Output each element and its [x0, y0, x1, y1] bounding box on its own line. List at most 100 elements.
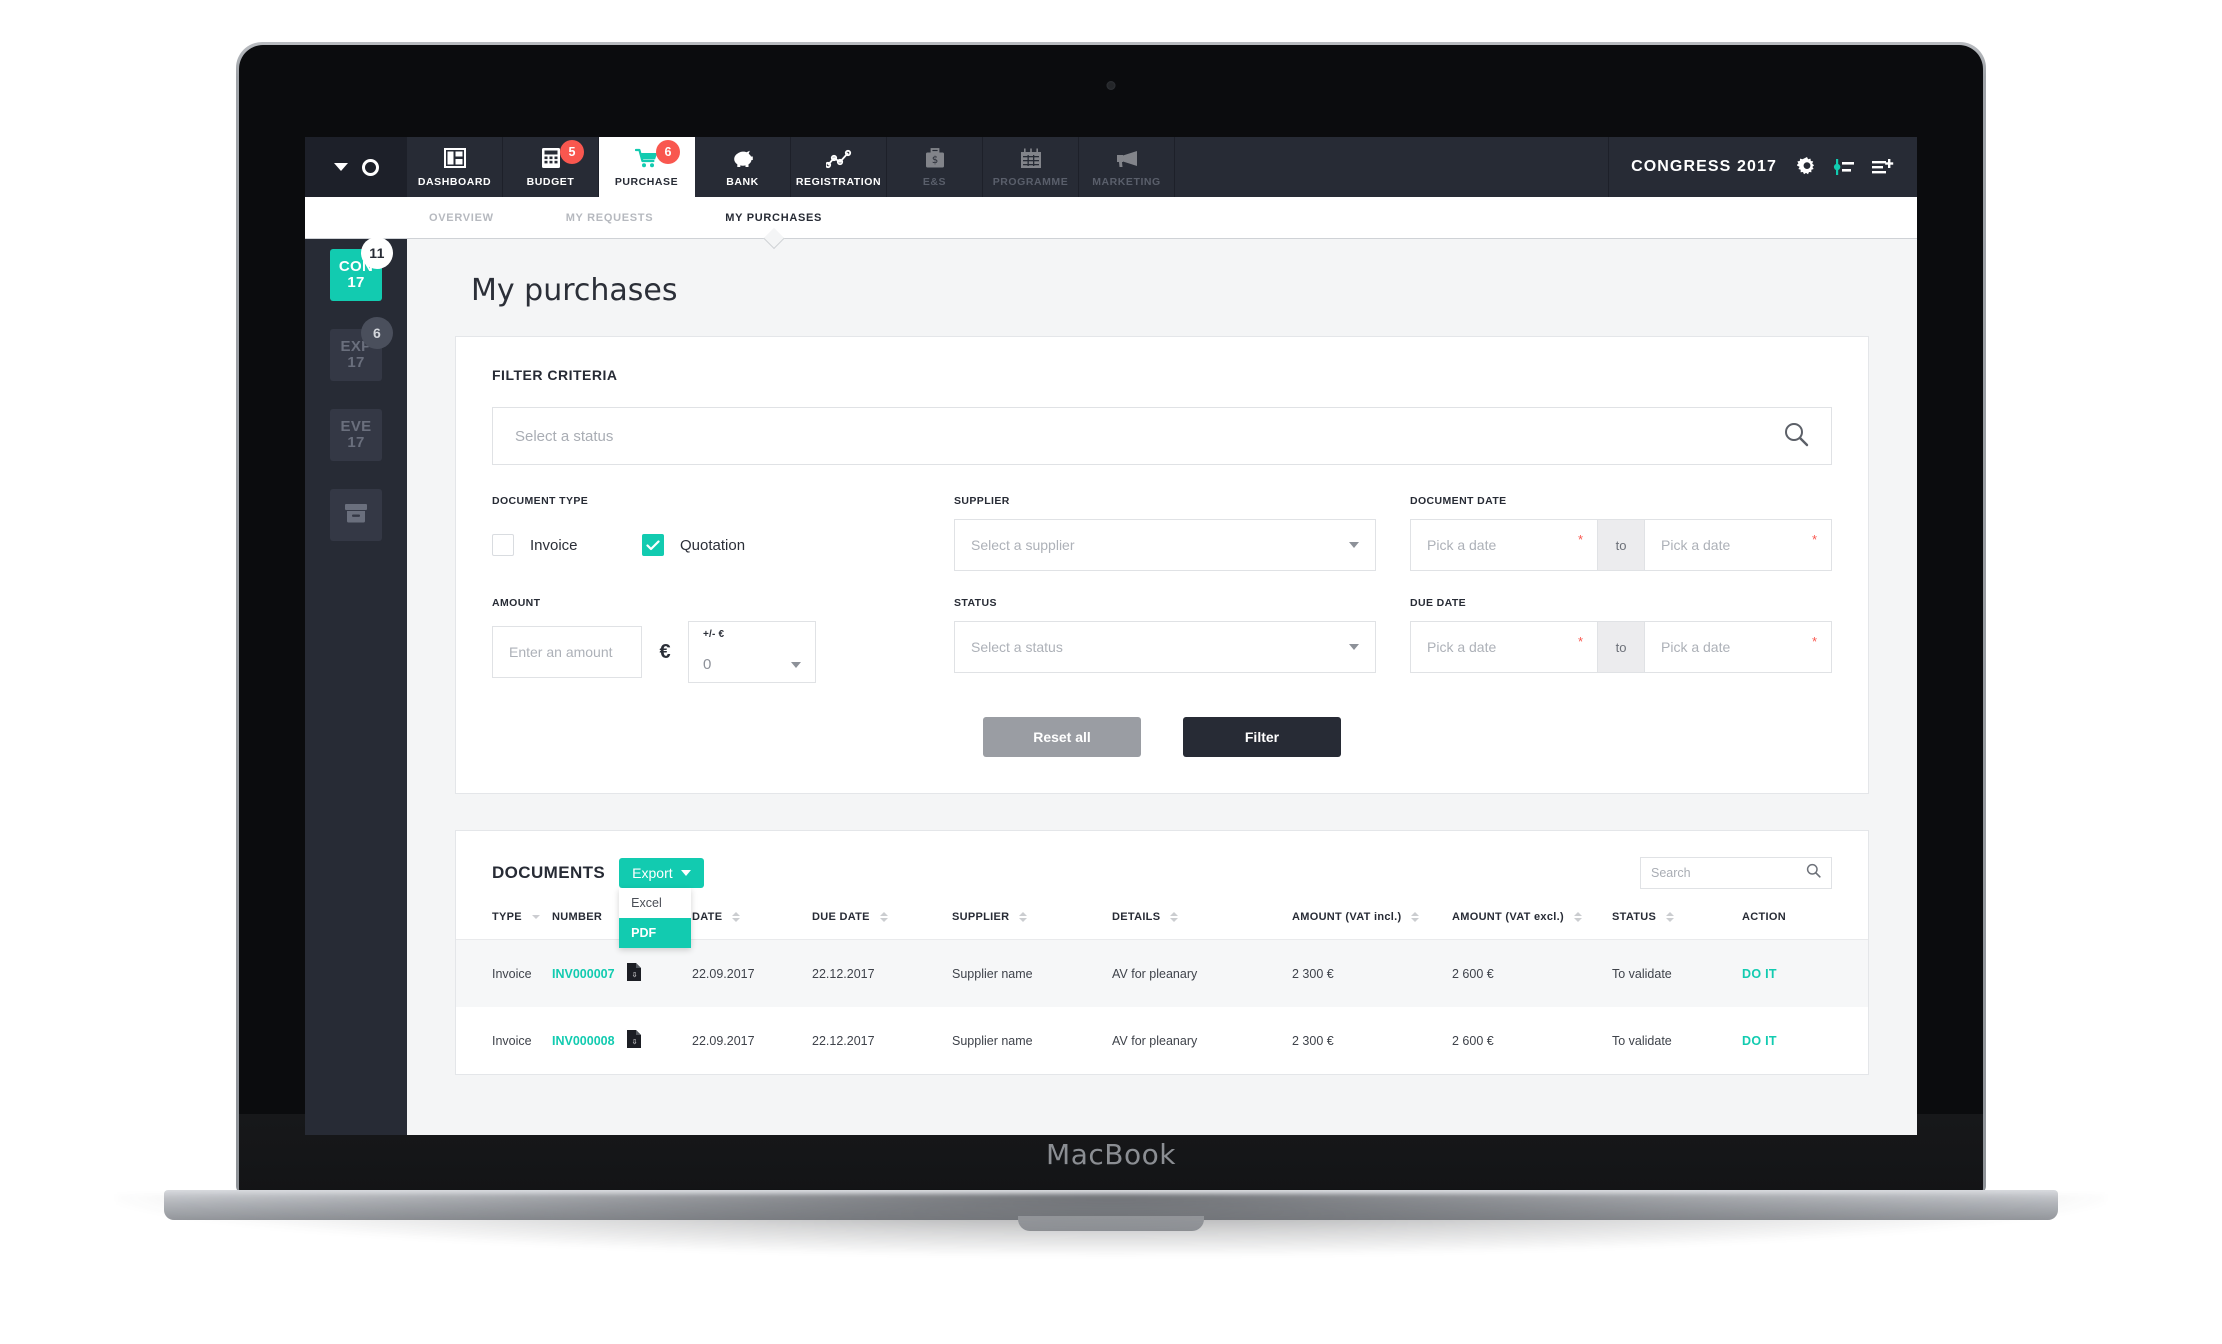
nav-item-budget[interactable]: 5 BUDGET [503, 137, 599, 197]
status-placeholder: Select a status [971, 639, 1063, 655]
chevron-down-icon[interactable] [333, 163, 348, 171]
due-date-from-input[interactable]: Pick a date * [1410, 621, 1598, 673]
sort-icon[interactable] [879, 912, 888, 922]
supplier-label: SUPPLIER [954, 495, 1010, 507]
documents-search-input[interactable]: Search [1640, 857, 1832, 889]
cell-details: AV for pleanary [1112, 939, 1292, 1007]
nav-label: E&S [922, 175, 947, 188]
sidebar-item-archive[interactable] [330, 489, 382, 541]
nav-item-marketing[interactable]: MARKETING [1079, 137, 1175, 197]
sidebar-item-eve17[interactable]: EVE 17 [330, 409, 382, 461]
due-date-range: Pick a date * to Pick a date * [1410, 621, 1832, 673]
nav-item-es[interactable]: $ E&S [887, 137, 983, 197]
sort-icon[interactable] [1411, 912, 1420, 922]
document-date-from-input[interactable]: Pick a date * [1410, 519, 1598, 571]
column-amount-incl[interactable]: AMOUNT (VAT incl.) [1292, 895, 1452, 940]
amount-tolerance-select[interactable]: +/- € 0 [688, 621, 816, 683]
sidebar-item-con17[interactable]: 11 CON 17 [330, 237, 393, 301]
do-it-button[interactable]: DO IT [1742, 967, 1777, 981]
checkbox-quotation-box[interactable] [642, 534, 664, 556]
checkbox-quotation-label: Quotation [680, 536, 746, 554]
nav-label: MARKETING [1092, 175, 1161, 188]
status-label: STATUS [954, 597, 997, 609]
column-details[interactable]: DETAILS [1112, 895, 1292, 940]
document-number-link[interactable]: INV000008 [552, 1034, 615, 1048]
cell-status: To validate [1612, 1033, 1672, 1048]
svg-text:$: $ [931, 155, 937, 166]
required-marker: * [1811, 634, 1817, 649]
chevron-down-icon [791, 661, 801, 668]
checkbox-invoice-label: Invoice [530, 536, 578, 554]
nav-item-bank[interactable]: BANK [695, 137, 791, 197]
document-date-label: DOCUMENT DATE [1410, 495, 1507, 507]
do-it-button[interactable]: DO IT [1742, 1034, 1777, 1048]
circle-icon[interactable] [361, 158, 379, 176]
status-search-input[interactable]: Select a status [492, 407, 1832, 465]
checkbox-invoice-box[interactable] [492, 534, 514, 556]
nav-item-purchase[interactable]: 6 PURCHASE [599, 137, 695, 197]
nav-badge: 5 [560, 140, 584, 164]
export-button[interactable]: Export [619, 858, 704, 888]
sort-icon[interactable] [531, 915, 540, 919]
document-number-link[interactable]: INV000007 [552, 967, 615, 981]
search-icon[interactable] [1806, 863, 1821, 883]
cell-action: DO IT [1742, 1007, 1868, 1074]
column-label: DUE DATE [812, 911, 870, 923]
sub-tab-bar: OVERVIEW MY REQUESTS MY PURCHASES [305, 197, 1917, 239]
checkbox-quotation[interactable]: Quotation [642, 534, 792, 556]
column-status[interactable]: STATUS [1612, 895, 1742, 940]
pdf-file-icon[interactable]: ⇩ [626, 1030, 641, 1051]
sidebar-item-exp17[interactable]: 6 EXP 17 [330, 317, 393, 381]
column-label: ACTION [1742, 911, 1786, 923]
left-sidebar: 11 CON 17 6 EXP 17 EVE 17 [305, 237, 407, 1135]
nav-item-registration[interactable]: REGISTRATION [791, 137, 887, 197]
due-date-separator: to [1598, 621, 1644, 673]
chevron-down-icon [680, 870, 691, 876]
filter-button[interactable]: Filter [1183, 717, 1341, 757]
gear-icon[interactable] [1797, 157, 1817, 177]
search-icon[interactable] [1783, 421, 1809, 452]
table-row[interactable]: Invoice INV000007 ⇩ 22.09.2017 22.12.201… [456, 939, 1868, 1007]
column-amount-excl[interactable]: AMOUNT (VAT excl.) [1452, 895, 1612, 940]
sort-icon[interactable] [732, 912, 741, 922]
amount-input[interactable]: Enter an amount [492, 626, 642, 678]
column-due-date[interactable]: DUE DATE [812, 895, 952, 940]
nav-label: BANK [726, 175, 759, 188]
column-label: SUPPLIER [952, 911, 1010, 923]
sort-icon[interactable] [1170, 912, 1179, 922]
archive-box-icon [344, 502, 368, 528]
nav-label: BUDGET [526, 175, 575, 188]
tab-my-requests[interactable]: MY REQUESTS [544, 197, 676, 238]
tab-overview[interactable]: OVERVIEW [407, 197, 516, 238]
status-select[interactable]: Select a status [954, 621, 1376, 673]
briefcase-icon: $ [925, 147, 945, 169]
sort-icon[interactable] [1666, 912, 1675, 922]
nav-item-dashboard[interactable]: DASHBOARD [407, 137, 503, 197]
export-option-excel[interactable]: Excel [619, 888, 691, 918]
add-list-icon[interactable] [1871, 157, 1895, 177]
pdf-file-icon[interactable]: ⇩ [626, 963, 641, 984]
sort-icon[interactable] [1573, 912, 1582, 922]
due-date-to-input[interactable]: Pick a date * [1644, 621, 1832, 673]
reset-all-button[interactable]: Reset all [983, 717, 1141, 757]
column-type[interactable]: TYPE [456, 895, 552, 940]
column-supplier[interactable]: SUPPLIER [952, 895, 1112, 940]
amount-tolerance-value: 0 [703, 656, 712, 673]
sort-icon[interactable] [1019, 912, 1028, 922]
settings-sliders-icon[interactable] [1832, 157, 1856, 177]
nav-item-programme[interactable]: PROGRAMME [983, 137, 1079, 197]
cell-due-date: 22.12.2017 [812, 939, 952, 1007]
export-option-pdf[interactable]: PDF [619, 918, 692, 948]
filter-row-1: DOCUMENT TYPE Invoice Quotation SUPPLIER… [492, 495, 1832, 571]
tab-my-purchases[interactable]: MY PURCHASES [703, 197, 844, 238]
table-row[interactable]: Invoice INV000008 ⇩ 22.09.2017 22.12.201… [456, 1007, 1868, 1074]
supplier-select[interactable]: Select a supplier [954, 519, 1376, 571]
column-date[interactable]: DATE [692, 895, 812, 940]
cell-amount-excl: 2 600 € [1452, 1033, 1494, 1048]
required-marker: * [1577, 634, 1583, 649]
checkbox-invoice[interactable]: Invoice [492, 534, 642, 556]
column-label: AMOUNT (VAT excl.) [1452, 911, 1564, 923]
document-date-to-input[interactable]: Pick a date * [1644, 519, 1832, 571]
document-date-from-placeholder: Pick a date [1427, 537, 1497, 553]
documents-search-placeholder: Search [1651, 866, 1691, 880]
